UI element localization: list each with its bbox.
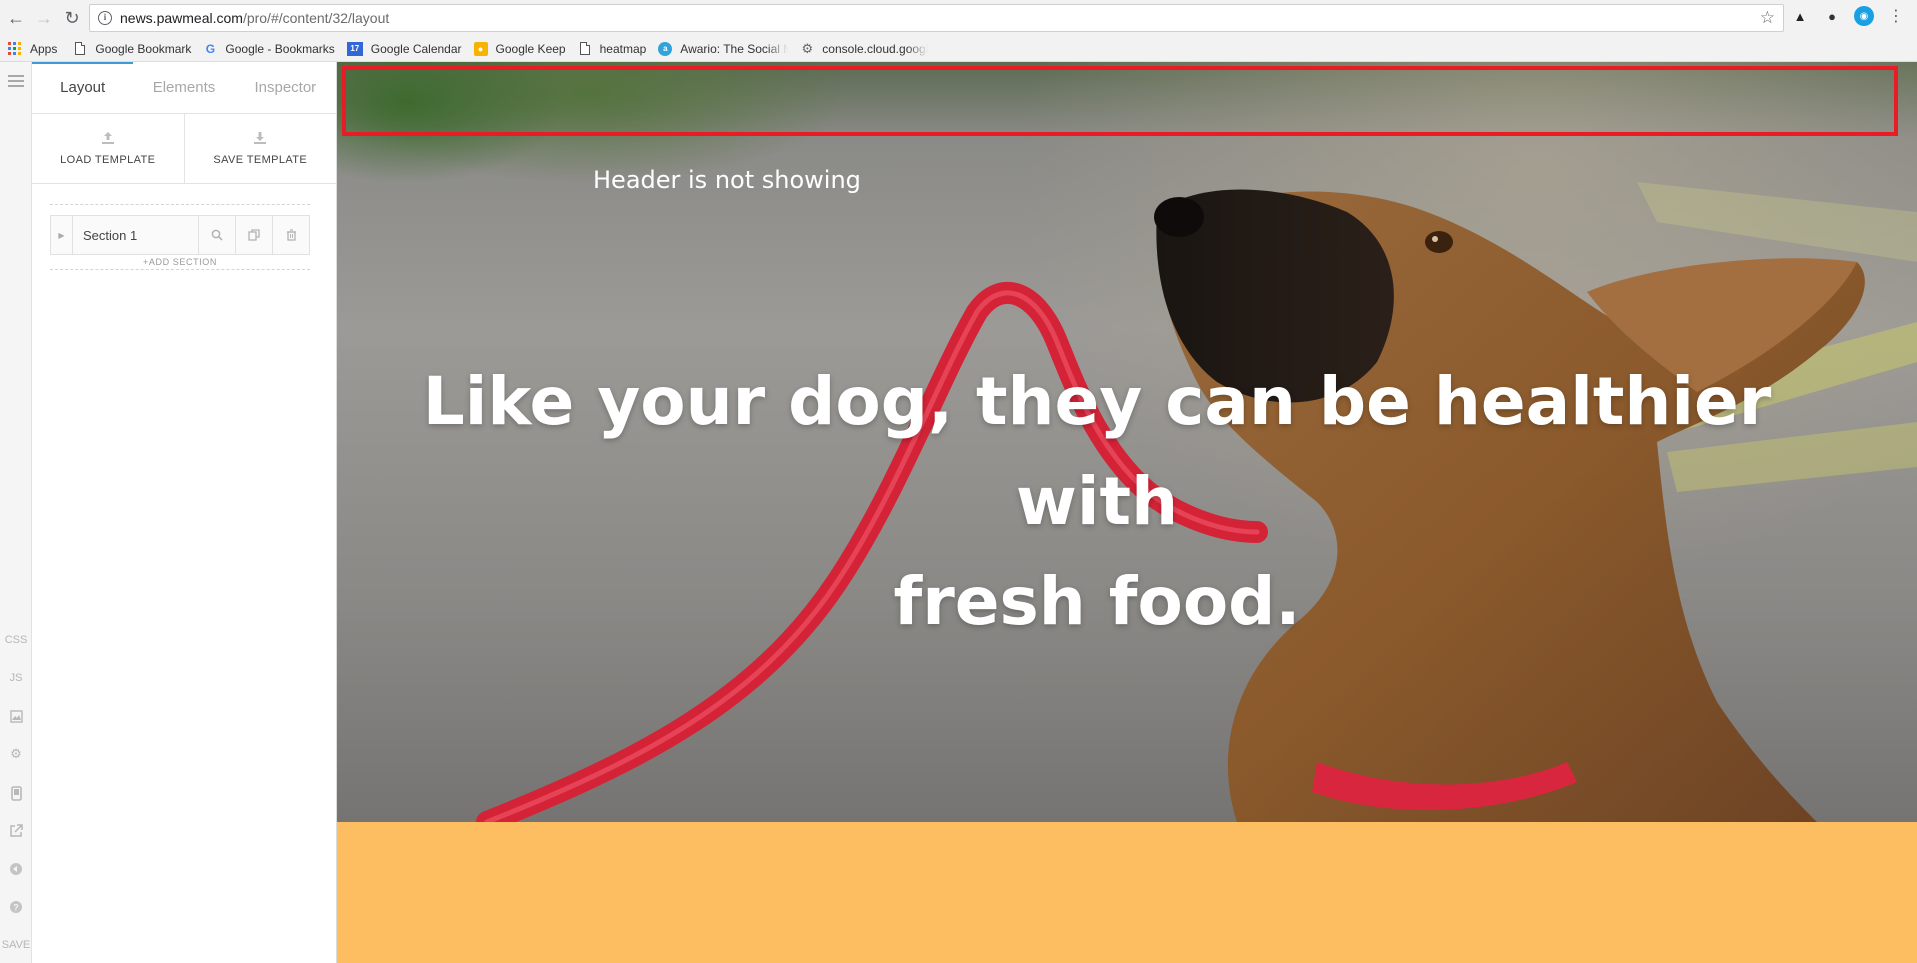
address-bar[interactable]: i news.pawmeal.com/pro/#/content/32/layo…: [89, 4, 1784, 32]
css-button[interactable]: CSS: [0, 625, 32, 655]
bookmark-heatmap[interactable]: heatmap: [578, 38, 647, 60]
section-row[interactable]: ▶ Section 1: [50, 215, 310, 255]
google-g-icon: G: [205, 41, 216, 56]
bookmarks-bar: Apps Google Bookmark G Google - Bookmark…: [0, 36, 1917, 62]
calendar-icon: 17: [346, 41, 363, 56]
menu-dots-icon[interactable]: ⋮: [1886, 6, 1906, 26]
builder-panel: Layout Elements Inspector LOAD TEMPLATE …: [32, 62, 337, 963]
section-label[interactable]: Section 1: [73, 216, 198, 254]
load-template-button[interactable]: LOAD TEMPLATE: [32, 114, 184, 183]
mobile-preview-icon[interactable]: [0, 778, 32, 808]
awario-icon: a: [658, 41, 673, 56]
download-icon: [253, 131, 267, 148]
image-icon[interactable]: [0, 701, 32, 731]
load-template-label: LOAD TEMPLATE: [60, 154, 156, 166]
bookmark-label: heatmap: [599, 41, 647, 56]
bookmark-label: console.cloud.googl: [822, 41, 929, 56]
bookmark-star-icon[interactable]: ☆: [1760, 8, 1775, 28]
page-icon: [578, 42, 592, 56]
url-host: news.pawmeal.com: [120, 10, 243, 26]
evernote-extension-icon[interactable]: ●: [1822, 6, 1842, 26]
url-path: /pro/#/content/32/layout: [242, 10, 390, 26]
help-icon[interactable]: ?: [0, 892, 32, 922]
apps-grid-icon: [8, 41, 22, 56]
bookmark-apps[interactable]: Apps: [8, 38, 57, 60]
bookmark-console-cloud[interactable]: ⚙ console.cloud.googl: [800, 38, 928, 60]
bookmark-label: Apps: [30, 41, 58, 56]
menu-hamburger-icon[interactable]: [0, 66, 32, 96]
bookmark-google-bookmarks[interactable]: G Google - Bookmarks: [203, 38, 335, 60]
add-section-button[interactable]: +ADD SECTION: [50, 257, 310, 267]
template-actions: LOAD TEMPLATE SAVE TEMPLATE: [32, 114, 336, 184]
bookmark-label: Awario: The Social M: [680, 41, 789, 56]
bookmark-label: Google - Bookmarks: [225, 41, 335, 56]
orange-section[interactable]: [337, 822, 1917, 963]
js-button[interactable]: JS: [0, 663, 32, 693]
missing-header-outline: [342, 66, 1898, 136]
hero-headline[interactable]: Like your dog, they can be healthier wit…: [397, 352, 1797, 652]
bookmark-label: Google Calendar: [370, 41, 462, 56]
header-missing-note: Header is not showing: [593, 166, 861, 194]
keep-bulb-icon: ●: [473, 41, 488, 56]
external-link-icon[interactable]: [0, 816, 32, 846]
trash-icon[interactable]: [272, 216, 309, 254]
page-icon: [73, 42, 87, 56]
site-info-icon[interactable]: i: [98, 11, 112, 25]
hero-section[interactable]: Header is not showing Like your dog, the…: [337, 62, 1917, 822]
tab-layout[interactable]: Layout: [32, 62, 134, 113]
page-canvas: Header is not showing Like your dog, the…: [337, 62, 1917, 963]
builder-icon-rail: CSS JS ⚙ ? SAVE: [0, 62, 32, 963]
shield-extension-icon[interactable]: ▲: [1790, 6, 1810, 26]
settings-gears-icon[interactable]: ⚙: [0, 739, 32, 769]
browser-toolbar: ← → ↻ i news.pawmeal.com/pro/#/content/3…: [0, 0, 1917, 36]
extensions-area: ▲ ● ◉ ⋮: [1790, 6, 1906, 26]
eye-extension-icon[interactable]: ◉: [1854, 6, 1874, 26]
bookmark-awario[interactable]: a Awario: The Social M: [658, 38, 788, 60]
forward-arrow-icon[interactable]: →: [32, 6, 56, 30]
svg-text:?: ?: [13, 903, 19, 913]
upload-icon: [101, 131, 115, 148]
panel-tabs: Layout Elements Inspector: [32, 62, 336, 114]
bookmark-label: Google Bookmark: [95, 41, 192, 56]
tab-inspector[interactable]: Inspector: [235, 62, 336, 113]
history-icon[interactable]: [0, 854, 32, 884]
section-divider: [50, 204, 310, 205]
bookmark-google-keep[interactable]: ● Google Keep: [473, 38, 566, 60]
headline-line-1: Like your dog, they can be healthier wit…: [422, 363, 1772, 540]
back-arrow-icon[interactable]: ←: [4, 6, 28, 30]
bookmark-label: Google Keep: [495, 41, 566, 56]
save-template-label: SAVE TEMPLATE: [213, 154, 308, 166]
headline-line-2: fresh food.: [893, 563, 1301, 640]
search-icon[interactable]: [198, 216, 235, 254]
reload-icon[interactable]: ↻: [60, 6, 84, 30]
section-divider: [50, 269, 310, 270]
sections-list: ▶ Section 1 +ADD SECTION: [50, 204, 310, 270]
bookmark-google-calendar[interactable]: 17 Google Calendar: [346, 38, 462, 60]
tab-elements[interactable]: Elements: [133, 62, 234, 113]
save-template-button[interactable]: SAVE TEMPLATE: [183, 114, 337, 183]
expand-caret-icon[interactable]: ▶: [51, 216, 73, 254]
bookmark-google-bookmark[interactable]: Google Bookmark: [73, 38, 191, 60]
save-button[interactable]: SAVE: [0, 930, 32, 960]
gear-icon: ⚙: [801, 40, 814, 56]
duplicate-icon[interactable]: [235, 216, 272, 254]
